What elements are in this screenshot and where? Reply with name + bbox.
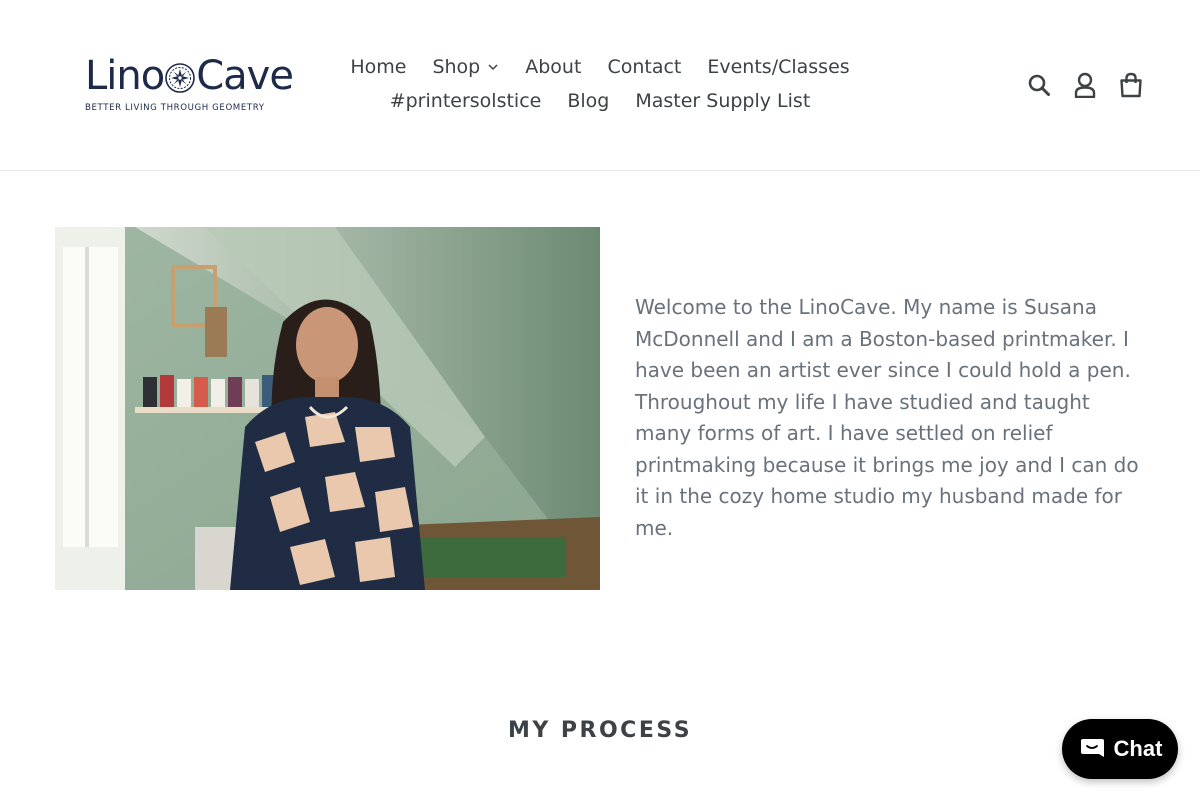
logo-tagline: BETTER LIVING THROUGH GEOMETRY <box>85 103 265 113</box>
chat-bubble-icon <box>1080 739 1104 757</box>
site-logo[interactable]: Lino Cave BETTER LIVING THROUGH GEOMETRY <box>85 56 294 118</box>
nav-link-master-supply-list[interactable]: Master Supply List <box>622 84 823 118</box>
artist-portrait-illustration <box>55 227 600 590</box>
chevron-down-icon <box>488 64 498 71</box>
nav-link-about[interactable]: About <box>512 50 594 84</box>
nav-link-shop-label: Shop <box>432 56 481 78</box>
header-actions <box>1026 70 1144 100</box>
logo-text-lino: Lino <box>85 53 165 99</box>
geometric-medallion-icon <box>165 63 196 93</box>
cart-icon <box>1120 72 1142 98</box>
nav-link-printersolstice[interactable]: #printersolstice <box>377 84 555 118</box>
account-button[interactable] <box>1072 70 1098 100</box>
artist-portrait-image <box>55 227 600 590</box>
chat-label: Chat <box>1113 736 1163 761</box>
search-button[interactable] <box>1026 70 1052 100</box>
search-icon <box>1028 74 1050 96</box>
site-header: Lino Cave BETTER LIVING THROUGH GEOMETRY… <box>0 0 1200 171</box>
logo-text-cave: Cave <box>196 53 294 99</box>
nav-row-secondary: #printersolstice Blog Master Supply List <box>338 84 862 118</box>
nav-link-home-label: Home <box>350 56 407 78</box>
nav-link-blog[interactable]: Blog <box>554 84 622 118</box>
cart-button[interactable] <box>1118 70 1144 100</box>
nav-link-contact[interactable]: Contact <box>594 50 694 84</box>
nav-link-events-classes-label: Events/Classes <box>707 56 850 78</box>
nav-link-printersolstice-label: #printersolstice <box>389 90 542 112</box>
logo-wordmark: Lino Cave <box>85 53 294 99</box>
nav-link-home[interactable]: Home <box>337 50 419 84</box>
nav-link-blog-label: Blog <box>567 90 610 112</box>
nav-link-events-classes[interactable]: Events/Classes <box>694 50 862 84</box>
nav-link-about-label: About <box>525 56 582 78</box>
chat-button[interactable]: Chat <box>1062 719 1178 779</box>
main-navigation: Home Shop About Contact Events/Classes #… <box>338 50 862 118</box>
nav-link-master-supply-list-label: Master Supply List <box>635 90 811 112</box>
account-icon <box>1074 72 1096 98</box>
intro-text: Welcome to the LinoCave. My name is Susa… <box>635 295 1139 540</box>
nav-link-contact-label: Contact <box>607 56 682 78</box>
nav-link-shop[interactable]: Shop <box>419 50 512 84</box>
section-heading-my-process: MY PROCESS <box>507 718 693 743</box>
nav-row-primary: Home Shop About Contact Events/Classes <box>338 50 862 84</box>
